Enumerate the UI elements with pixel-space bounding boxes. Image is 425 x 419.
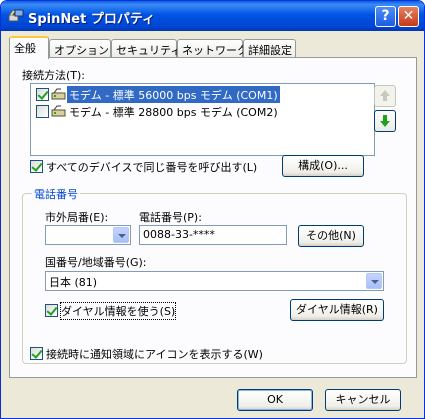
connect-using-label: 接続方法(T):	[22, 69, 86, 82]
phone-number-input[interactable]: 0088-33-****	[139, 225, 287, 245]
device-item-com2[interactable]: モデム - 標準 28800 bps モデム (COM2)	[33, 103, 372, 120]
title-bar[interactable]: SpinNet プロパティ ? ✕	[1, 1, 424, 31]
device-checkbox-com2[interactable]	[36, 105, 49, 118]
device-item-com1[interactable]: モデム - 標準 56000 bps モデム (COM1)	[33, 86, 372, 103]
properties-dialog: SpinNet プロパティ ? ✕ 全般 オプション セキュリティ ネットワーク…	[0, 0, 425, 419]
device-label-com2: モデム - 標準 28800 bps モデム (COM2)	[69, 106, 278, 119]
tab-security[interactable]: セキュリティ	[111, 39, 181, 58]
modem-icon	[51, 88, 66, 100]
chevron-down-icon[interactable]	[366, 273, 382, 289]
help-button[interactable]: ?	[375, 6, 396, 27]
ok-button[interactable]: OK	[237, 389, 313, 411]
cancel-button[interactable]: キャンセル	[325, 389, 401, 411]
same-number-checkbox[interactable]	[30, 160, 43, 173]
same-number-label: すべてのデバイスで同じ番号を呼び出す(L)	[46, 161, 258, 174]
dialing-rules-button[interactable]: ダイヤル情報(R)	[290, 299, 384, 321]
network-connection-icon	[8, 9, 24, 22]
phone-number-label: 電話番号(P):	[139, 211, 202, 224]
chevron-down-icon[interactable]	[113, 227, 129, 243]
tab-general[interactable]: 全般	[9, 36, 49, 59]
country-code-combo[interactable]: 日本 (81)	[45, 271, 384, 291]
device-label-com1: モデム - 標準 56000 bps モデム (COM1)	[67, 86, 280, 103]
show-icon-label: 接続時に通知領域にアイコンを表示する(W)	[46, 348, 263, 361]
phone-number-value: 0088-33-****	[143, 228, 215, 241]
phone-group-title: 電話番号	[32, 186, 80, 202]
dialing-rules-label: ダイヤル情報を使う(S)	[59, 302, 177, 320]
general-tab-panel: 接続方法(T): モデム - 標準 56000 bps モデム (COM1) モ…	[9, 57, 417, 378]
modem-icon	[51, 105, 66, 117]
tab-networking[interactable]: ネットワーク	[177, 39, 248, 58]
move-down-button[interactable]	[374, 110, 396, 132]
tab-advanced[interactable]: 詳細設定	[243, 39, 296, 58]
tab-options[interactable]: オプション	[49, 39, 111, 58]
area-code-combo[interactable]	[45, 225, 131, 245]
device-list[interactable]: モデム - 標準 56000 bps モデム (COM1) モデム - 標準 2…	[30, 83, 375, 156]
window-title: SpinNet プロパティ	[28, 12, 156, 27]
arrow-down-icon	[380, 115, 390, 127]
country-code-value: 日本 (81)	[49, 276, 98, 289]
dialing-rules-checkbox[interactable]	[45, 304, 58, 317]
arrow-up-icon	[380, 90, 390, 101]
move-up-button[interactable]	[374, 85, 396, 107]
area-code-label: 市外局番(E):	[45, 211, 109, 224]
alternates-button[interactable]: その他(N)	[298, 225, 364, 247]
show-icon-checkbox[interactable]	[30, 347, 43, 360]
device-checkbox-com1[interactable]	[36, 88, 49, 101]
country-code-label: 国番号/地域番号(G):	[45, 256, 147, 269]
configure-button[interactable]: 構成(O)...	[282, 155, 364, 177]
close-button[interactable]: ✕	[398, 6, 419, 27]
